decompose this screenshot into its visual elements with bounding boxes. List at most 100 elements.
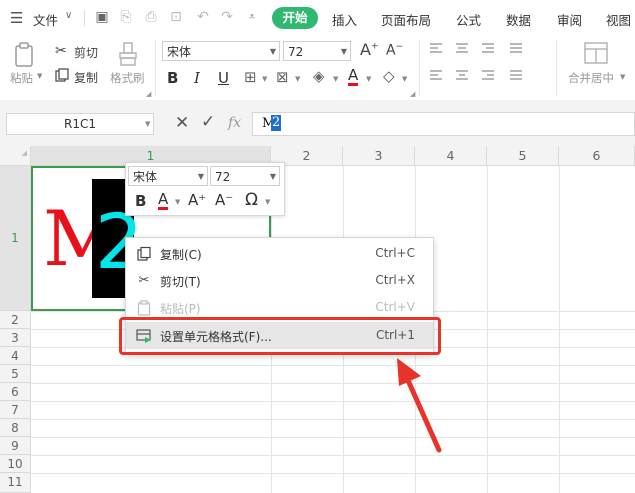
tab-data[interactable]: 数据 bbox=[506, 10, 531, 29]
grow-font-icon[interactable]: A+ bbox=[360, 40, 379, 59]
chevron-down-icon[interactable]: ▼ bbox=[620, 73, 625, 81]
chevron-down-icon[interactable]: ▼ bbox=[402, 75, 407, 83]
chevron-down-icon[interactable]: ▼ bbox=[366, 75, 371, 83]
chevron-down-icon[interactable]: ▼ bbox=[175, 198, 180, 206]
ctx-cut[interactable]: ✂ 剪切(T) Ctrl+X bbox=[126, 267, 433, 294]
ctx-copy[interactable]: 复制(C) Ctrl+C bbox=[126, 240, 433, 267]
underline-button[interactable]: U bbox=[218, 69, 229, 87]
ctx-cut-shortcut: Ctrl+X bbox=[375, 273, 415, 287]
mini-shrink-font-button[interactable]: A⁻ bbox=[215, 191, 233, 209]
chevron-down-icon[interactable]: ▼ bbox=[265, 198, 270, 206]
font-color-button[interactable]: A bbox=[348, 67, 359, 86]
font-size-value: 72 bbox=[288, 45, 304, 59]
corner-select-all[interactable]: ◢ bbox=[0, 146, 31, 166]
copy-button[interactable]: 复制 bbox=[74, 69, 98, 86]
name-box[interactable]: R1C1 bbox=[6, 113, 154, 135]
row-header-2[interactable]: 2 bbox=[0, 311, 31, 329]
row-header-6[interactable]: 6 bbox=[0, 383, 31, 401]
tab-formulas[interactable]: 公式 bbox=[456, 10, 481, 29]
chevron-down-icon[interactable]: ▼ bbox=[333, 75, 338, 83]
mini-font-size-select[interactable]: 72 ▼ bbox=[210, 166, 280, 186]
annotation-highlight-box bbox=[119, 317, 441, 355]
border-icon[interactable]: ⊞ bbox=[244, 68, 257, 86]
scissors-icon[interactable]: ✂ bbox=[55, 43, 67, 59]
column-header-4[interactable]: 4 bbox=[415, 146, 487, 166]
mini-bold-button[interactable]: B bbox=[135, 192, 146, 210]
row-header-11[interactable]: 11 bbox=[0, 473, 31, 493]
tab-page-layout[interactable]: 页面布局 bbox=[381, 10, 431, 29]
row-header-1[interactable]: 1 bbox=[0, 166, 31, 311]
brush-icon[interactable] bbox=[118, 42, 138, 66]
fill-color-icon[interactable]: ◈ bbox=[313, 67, 325, 85]
confirm-icon[interactable]: ✓ bbox=[201, 112, 215, 132]
format-painter-label[interactable]: 格式刷 bbox=[110, 70, 145, 86]
font-size-select[interactable]: 72 ▼ bbox=[283, 41, 351, 61]
column-header-5[interactable]: 5 bbox=[487, 146, 559, 166]
copy-icon[interactable] bbox=[55, 68, 69, 82]
row-header-3[interactable]: 3 bbox=[0, 329, 31, 347]
menu-icon[interactable]: ☰ bbox=[10, 9, 23, 27]
omega-icon[interactable]: Ω bbox=[245, 190, 258, 210]
row-header-10[interactable]: 10 bbox=[0, 455, 31, 473]
chevron-down-icon: ▼ bbox=[197, 172, 204, 181]
paste-icon[interactable] bbox=[13, 42, 37, 68]
ctx-copy-label: 复制(C) bbox=[160, 248, 202, 262]
font-name-select[interactable]: 宋体 ▼ bbox=[162, 41, 280, 61]
ctx-copy-shortcut: Ctrl+C bbox=[375, 246, 415, 260]
font-name-value: 宋体 bbox=[167, 45, 192, 59]
tab-start[interactable]: 开始 bbox=[272, 7, 318, 29]
formula-input[interactable]: M 2 bbox=[252, 112, 635, 136]
save-icon[interactable]: ▣ bbox=[93, 8, 111, 26]
mini-font-color-button[interactable]: A bbox=[158, 191, 169, 210]
divider bbox=[84, 10, 85, 26]
italic-button[interactable]: I bbox=[194, 69, 200, 87]
preview-icon[interactable]: ⊡ bbox=[167, 8, 185, 26]
chevron-down-icon[interactable]: ▼ bbox=[262, 75, 267, 83]
row-header-4[interactable]: 4 bbox=[0, 347, 31, 365]
column-header-6[interactable]: 6 bbox=[559, 146, 635, 166]
export-icon[interactable]: ⎘ bbox=[117, 8, 135, 26]
tab-insert[interactable]: 插入 bbox=[332, 10, 357, 29]
function-button[interactable]: fx bbox=[228, 115, 241, 131]
chevron-down-icon[interactable]: ▼ bbox=[37, 72, 42, 80]
cell-style-icon[interactable]: ⊠ bbox=[276, 68, 289, 86]
row-header-8[interactable]: 8 bbox=[0, 419, 31, 437]
cancel-icon[interactable]: ✕ bbox=[175, 113, 189, 133]
chevron-down-icon[interactable]: ▼ bbox=[145, 120, 150, 128]
mini-toolbar: 宋体 ▼ 72 ▼ B A ▼ A⁺ A⁻ Ω ▼ bbox=[125, 162, 285, 216]
align-top-icon[interactable] bbox=[430, 42, 540, 56]
row-header-7[interactable]: 7 bbox=[0, 401, 31, 419]
cut-button[interactable]: 剪切 bbox=[74, 44, 98, 61]
ribbon: 粘贴 ▼ ✂ 剪切 复制 格式刷 ◢ 宋体 ▼ 72 ▼ A+ A− B I U… bbox=[0, 36, 635, 100]
chevron-down-icon: ▼ bbox=[269, 172, 276, 181]
tab-view[interactable]: 视图 bbox=[606, 10, 631, 29]
column-header-3[interactable]: 3 bbox=[343, 146, 415, 166]
copy-icon bbox=[137, 246, 151, 261]
more-icon[interactable]: ⩡ bbox=[243, 8, 261, 26]
chevron-down-icon[interactable]: ▼ bbox=[295, 75, 300, 83]
mini-font-name-select[interactable]: 宋体 ▼ bbox=[128, 166, 208, 186]
paste-label[interactable]: 粘贴 bbox=[10, 70, 33, 86]
undo-icon[interactable]: ↶ bbox=[194, 8, 212, 26]
launcher-icon[interactable]: ◢ bbox=[146, 90, 151, 98]
file-menu[interactable]: 文件 bbox=[33, 10, 58, 29]
launcher-icon[interactable]: ◢ bbox=[410, 90, 415, 98]
mini-grow-font-button[interactable]: A⁺ bbox=[188, 191, 206, 209]
divider bbox=[419, 40, 420, 96]
paste-icon bbox=[137, 300, 151, 316]
tab-review[interactable]: 审阅 bbox=[557, 10, 582, 29]
chevron-down-icon[interactable]: ∨ bbox=[65, 10, 72, 21]
shrink-font-icon[interactable]: A− bbox=[386, 42, 403, 59]
scissors-icon: ✂ bbox=[138, 273, 150, 288]
eraser-icon[interactable]: ◇ bbox=[383, 67, 395, 85]
merge-center-icon[interactable] bbox=[584, 42, 608, 64]
redo-icon[interactable]: ↷ bbox=[218, 8, 236, 26]
ctx-paste-shortcut: Ctrl+V bbox=[375, 300, 415, 314]
print-icon[interactable]: ⎙ bbox=[142, 8, 160, 26]
row-header-5[interactable]: 5 bbox=[0, 365, 31, 383]
align-left-icon[interactable] bbox=[430, 69, 540, 83]
merge-center-label[interactable]: 合并居中 bbox=[568, 70, 614, 86]
bold-button[interactable]: B bbox=[167, 69, 178, 87]
chevron-down-icon: ▼ bbox=[269, 47, 276, 56]
row-header-9[interactable]: 9 bbox=[0, 437, 31, 455]
